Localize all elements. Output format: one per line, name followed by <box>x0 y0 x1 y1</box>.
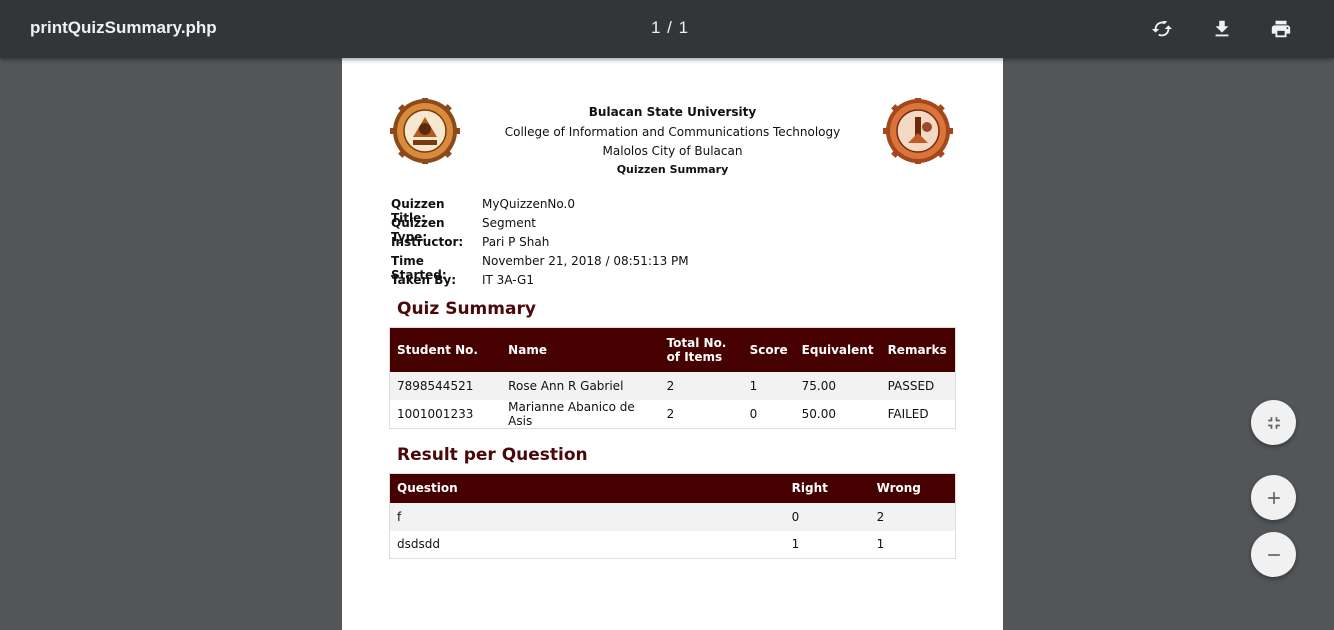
detail-label: Time Started: <box>391 254 447 282</box>
table-cell: f <box>389 502 785 531</box>
rotate-button[interactable] <box>1147 14 1177 44</box>
detail-value: Segment <box>482 216 536 230</box>
detail-label: Instructor: <box>391 235 464 249</box>
quiz-summary-table: Student No. Name Total No. of Items Scor… <box>389 327 956 429</box>
table-cell: 75.00 <box>794 371 881 400</box>
detail-row: Time Started: November 21, 2018 / 08:51:… <box>391 254 689 282</box>
column-header: Equivalent <box>794 327 881 372</box>
table-row: f 0 2 <box>389 502 956 531</box>
table-cell: PASSED <box>880 371 956 400</box>
detail-row: Quizzen Title: MyQuizzenNo.0 <box>391 197 689 225</box>
column-header: Score <box>742 327 795 372</box>
document-title: printQuizSummary.php <box>30 18 217 37</box>
table-header-row: Student No. Name Total No. of Items Scor… <box>389 327 956 372</box>
pdf-toolbar: printQuizSummary.php 1 / 1 <box>0 0 1334 58</box>
column-header: Right <box>784 473 870 503</box>
table-cell: dsdsdd <box>389 530 785 559</box>
column-header: Question <box>389 473 785 503</box>
table-cell: 0 <box>742 399 795 428</box>
table-row: 7898544521 Rose Ann R Gabriel 2 1 75.00 … <box>389 371 956 400</box>
result-per-question-heading: Result per Question <box>397 445 588 465</box>
detail-label: Taken By: <box>391 273 457 287</box>
college-name: College of Information and Communication… <box>504 125 841 139</box>
table-row: dsdsdd 1 1 <box>389 530 956 559</box>
table-cell: Rose Ann R Gabriel <box>501 371 660 400</box>
quiz-details: Quizzen Title: MyQuizzenNo.0 Quizzen Typ… <box>391 197 689 292</box>
fit-page-icon <box>1267 416 1280 429</box>
table-cell: 1 <box>869 530 956 559</box>
page-counter: 1 / 1 <box>650 18 690 37</box>
detail-row: Quizzen Type: Segment <box>391 216 689 244</box>
detail-value: MyQuizzenNo.0 <box>482 197 575 211</box>
download-icon <box>1215 20 1229 37</box>
column-header: Student No. <box>389 327 502 372</box>
column-header: Total No. of Items <box>659 327 743 372</box>
detail-value: IT 3A-G1 <box>482 273 534 287</box>
table-cell: Marianne Abanico de Asis <box>501 399 660 428</box>
table-cell: FAILED <box>880 399 956 428</box>
column-header: Name <box>501 327 660 372</box>
detail-label: Quizzen Title: <box>391 197 445 225</box>
zoom-in-icon <box>1267 491 1280 504</box>
zoom-out-button[interactable] <box>1251 532 1296 577</box>
detail-value: November 21, 2018 / 08:51:13 PM <box>482 254 689 268</box>
table-cell: 2 <box>659 371 743 400</box>
quiz-summary-heading: Quiz Summary <box>397 299 536 319</box>
detail-label: Quizzen Type: <box>391 216 445 244</box>
table-cell: 1 <box>784 530 870 559</box>
detail-value: Pari P Shah <box>482 235 550 249</box>
zoom-out-icon <box>1267 553 1280 556</box>
result-per-question-table: Question Right Wrong f 0 2 dsdsdd 1 1 <box>389 473 956 559</box>
detail-row: Taken By: IT 3A-G1 <box>391 273 689 292</box>
download-button[interactable] <box>1207 14 1237 44</box>
table-cell: 1001001233 <box>389 399 502 428</box>
print-button[interactable] <box>1266 14 1296 44</box>
rotate-icon <box>1151 21 1173 37</box>
table-cell: 1 <box>742 371 795 400</box>
city-name: Malolos City of Bulacan <box>602 144 743 158</box>
print-icon <box>1271 20 1291 38</box>
table-row: 1001001233 Marianne Abanico de Asis 2 0 … <box>389 399 956 428</box>
table-header-row: Question Right Wrong <box>389 473 956 503</box>
column-header: Remarks <box>880 327 956 372</box>
table-cell: 2 <box>869 502 956 531</box>
detail-row: Instructor: Pari P Shah <box>391 235 689 254</box>
zoom-in-button[interactable] <box>1251 475 1296 520</box>
fit-page-button[interactable] <box>1251 400 1296 445</box>
document-header: Bulacan State University College of Info… <box>342 105 1003 181</box>
document-subtitle: Quizzen Summary <box>616 163 729 176</box>
table-cell: 7898544521 <box>389 371 502 400</box>
table-cell: 50.00 <box>794 399 881 428</box>
table-cell: 0 <box>784 502 870 531</box>
university-name: Bulacan State University <box>588 105 757 119</box>
table-cell: 2 <box>659 399 743 428</box>
pdf-page: Bulacan State University College of Info… <box>342 58 1003 630</box>
column-header: Wrong <box>869 473 956 503</box>
